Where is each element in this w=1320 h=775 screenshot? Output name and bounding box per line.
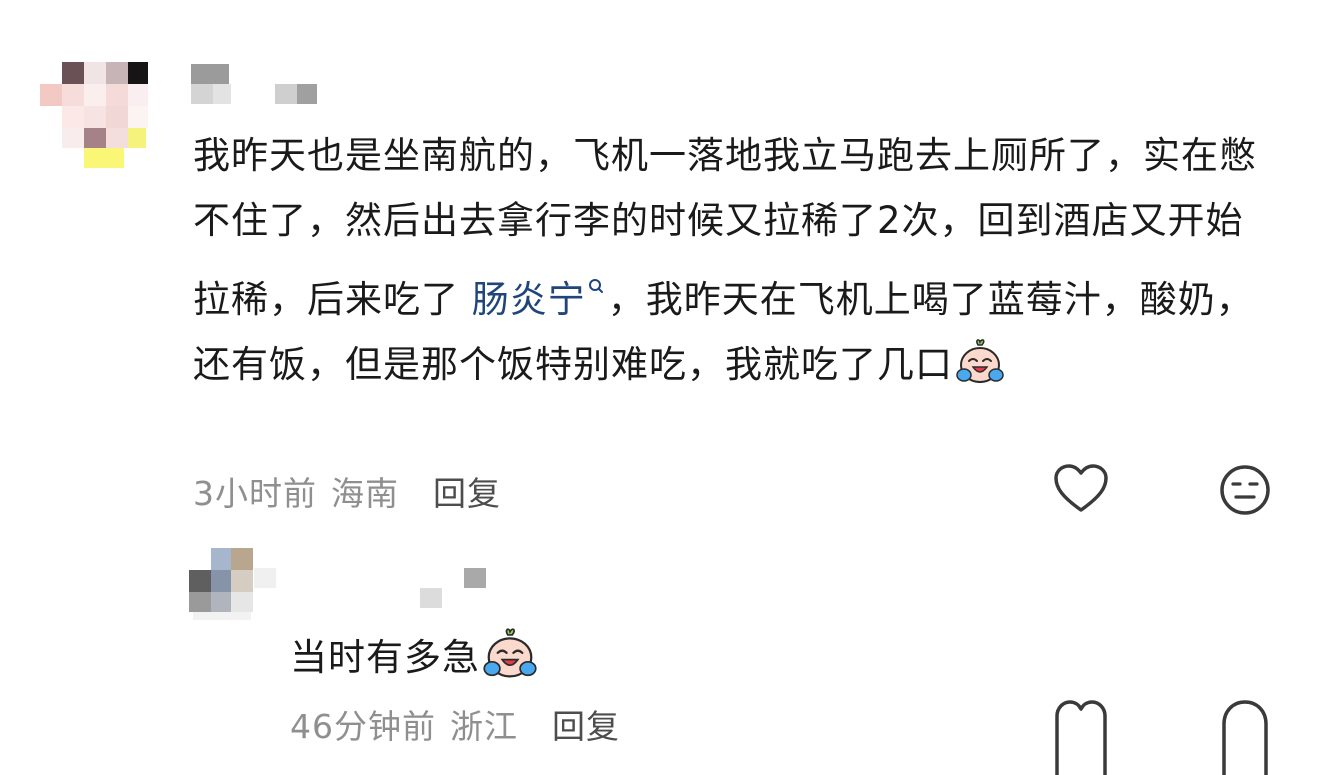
reply-time: 46分钟前 [290,707,436,746]
crying-laughing-emoji-icon [956,339,1004,383]
reply-username[interactable] [254,568,490,612]
reply-avatar[interactable] [189,548,255,622]
comment-meta: 3小时前 海南 回复 [193,467,515,515]
crying-laughing-emoji-icon [483,628,537,678]
comment-avatar[interactable] [40,62,152,170]
reply-button[interactable]: 回复 [433,474,501,513]
comment-text: 我昨天也是坐南航的，飞机一落地我立马跑去上厕所了，实在憋不住了，然后出去拿行李的… [193,123,1273,397]
reply-text-row: 当时有多急 [290,626,538,686]
dislike-face-icon[interactable] [1220,698,1270,775]
reply-reply-button[interactable]: 回复 [552,707,620,746]
reply-location: 浙江 [450,707,518,746]
heart-icon[interactable] [1053,463,1109,515]
comment-location: 海南 [331,474,399,513]
reply-meta: 46分钟前 浙江 回复 [290,700,634,748]
heart-icon[interactable] [1053,698,1109,775]
reply-text: 当时有多急 [290,636,480,679]
comment-time: 3小时前 [193,474,317,513]
comment-username[interactable] [191,64,321,106]
dislike-face-icon[interactable] [1218,463,1272,517]
search-icon [588,253,604,293]
topic-link[interactable]: 肠炎宁 [472,278,586,321]
